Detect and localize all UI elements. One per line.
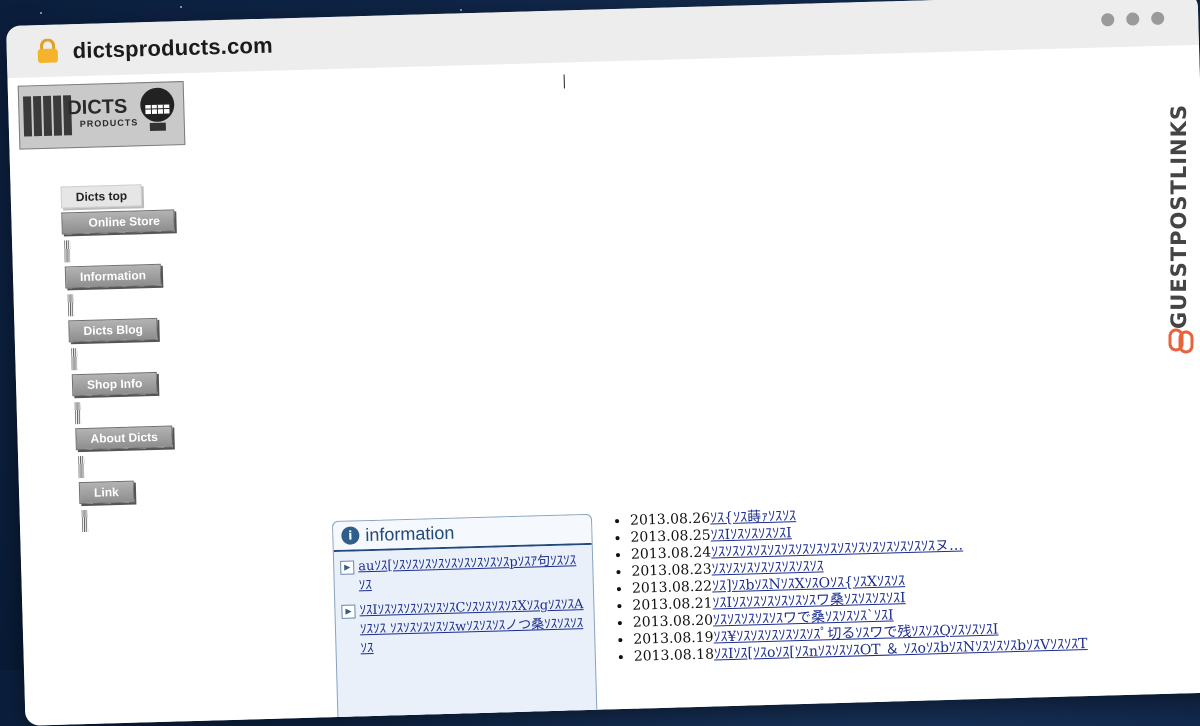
nav-link[interactable]: Link: [78, 480, 135, 505]
logo-bars: [22, 95, 73, 137]
nav-shop-info[interactable]: Shop Info: [71, 371, 158, 397]
info-icon: i: [341, 526, 360, 545]
window-dot-3[interactable]: [1151, 11, 1165, 26]
news-date: 2013.08.23: [631, 561, 712, 580]
news-date: 2013.08.25: [630, 527, 711, 546]
nav-separator: [78, 455, 85, 479]
lock-icon: [37, 38, 58, 64]
logo-subtitle: PRODUCTS: [79, 117, 139, 129]
nav-separator: [67, 294, 75, 317]
information-box: i information ▶ auｿｽ[ｿｽｿｽｿｽｿｽｿｽｿｽｿｽｿｽｿｽp…: [331, 513, 599, 726]
nav-dicts-top[interactable]: Dicts top: [60, 184, 143, 209]
window-controls: [1101, 11, 1165, 27]
news-date: 2013.08.19: [633, 629, 714, 648]
page-content: DICTS PRODUCTS Dicts top Online Store In…: [7, 44, 1200, 726]
nav-separator: [81, 509, 89, 533]
info-item-link[interactable]: auｿｽ[ｿｽｿｽｿｽｿｽｿｽｿｽｿｽｿｽｿｽpｿｽｱ句ｿｽｿｽ ｿｽ: [358, 553, 576, 593]
arrow-right-icon: ▶: [341, 604, 356, 619]
arrow-right-icon: ▶: [340, 560, 355, 575]
nav-about-dicts[interactable]: About Dicts: [75, 425, 174, 451]
mascot-icon: [140, 87, 175, 132]
text-cursor: [563, 74, 565, 89]
news-date: 2013.08.22: [631, 578, 713, 597]
nav-separator: [74, 402, 82, 425]
news-date: 2013.08.18: [633, 646, 715, 665]
window-dot-2[interactable]: [1126, 12, 1140, 26]
address-bar-url[interactable]: dictsproducts.com: [72, 33, 273, 65]
nav-online-store[interactable]: Online Store: [61, 209, 176, 235]
browser-window: dictsproducts.com DICTS PRODUCTS Dicts t…: [6, 0, 1200, 726]
info-item: ▶ ｿｽIｿｽｿｽｿｽｿｽｿｽｿｽCｿｽｿｽｿｽｿｽXｿｽgｿｽｿｽAｿｽｿｽ …: [341, 595, 588, 659]
logo-word: DICTS: [67, 95, 128, 120]
news-list: 2013.08.26ｿｽ{ｿｽ蒔ｧｿｽｿｽ 2013.08.25ｿｽIｿｽｿｽｿ…: [610, 500, 1088, 666]
info-item: ▶ auｿｽ[ｿｽｿｽｿｽｿｽｿｽｿｽｿｽｿｽｿｽpｿｽｱ句ｿｽｿｽ ｿｽ: [340, 551, 587, 596]
news-date: 2013.08.24: [630, 544, 712, 563]
nav-separator: [71, 348, 78, 371]
news-link[interactable]: ｿｽIｿｽｿｽｿｽｿｽI: [710, 525, 791, 543]
news-link[interactable]: ｿｽｿｽｿｽｿｽｿｽｿｽｿｽｿｽ: [711, 558, 823, 577]
badge-text: GUESTPOSTLINKS: [1167, 104, 1191, 329]
news-date: 2013.08.20: [632, 612, 714, 631]
news-link[interactable]: ｿｽ{ｿｽ蒔ｧｿｽｿｽ: [710, 508, 796, 526]
nav-information[interactable]: Information: [64, 263, 162, 289]
window-dot-1[interactable]: [1101, 13, 1115, 27]
news-date: 2013.08.26: [629, 510, 711, 529]
news-date: 2013.08.21: [632, 595, 713, 614]
info-item-link[interactable]: ｿｽIｿｽｿｽｿｽｿｽｿｽｿｽCｿｽｿｽｿｽｿｽXｿｽgｿｽｿｽAｿｽｿｽ ｿｽ…: [359, 597, 583, 656]
information-header: i information: [332, 514, 592, 553]
nav-separator: [64, 240, 71, 263]
information-title: information: [365, 522, 455, 546]
chain-link-icon: [1168, 328, 1194, 354]
dicts-logo[interactable]: DICTS PRODUCTS: [17, 81, 186, 150]
guestpostlinks-badge: GUESTPOSTLINKS: [1164, 60, 1200, 360]
nav-dicts-blog[interactable]: Dicts Blog: [68, 317, 159, 343]
